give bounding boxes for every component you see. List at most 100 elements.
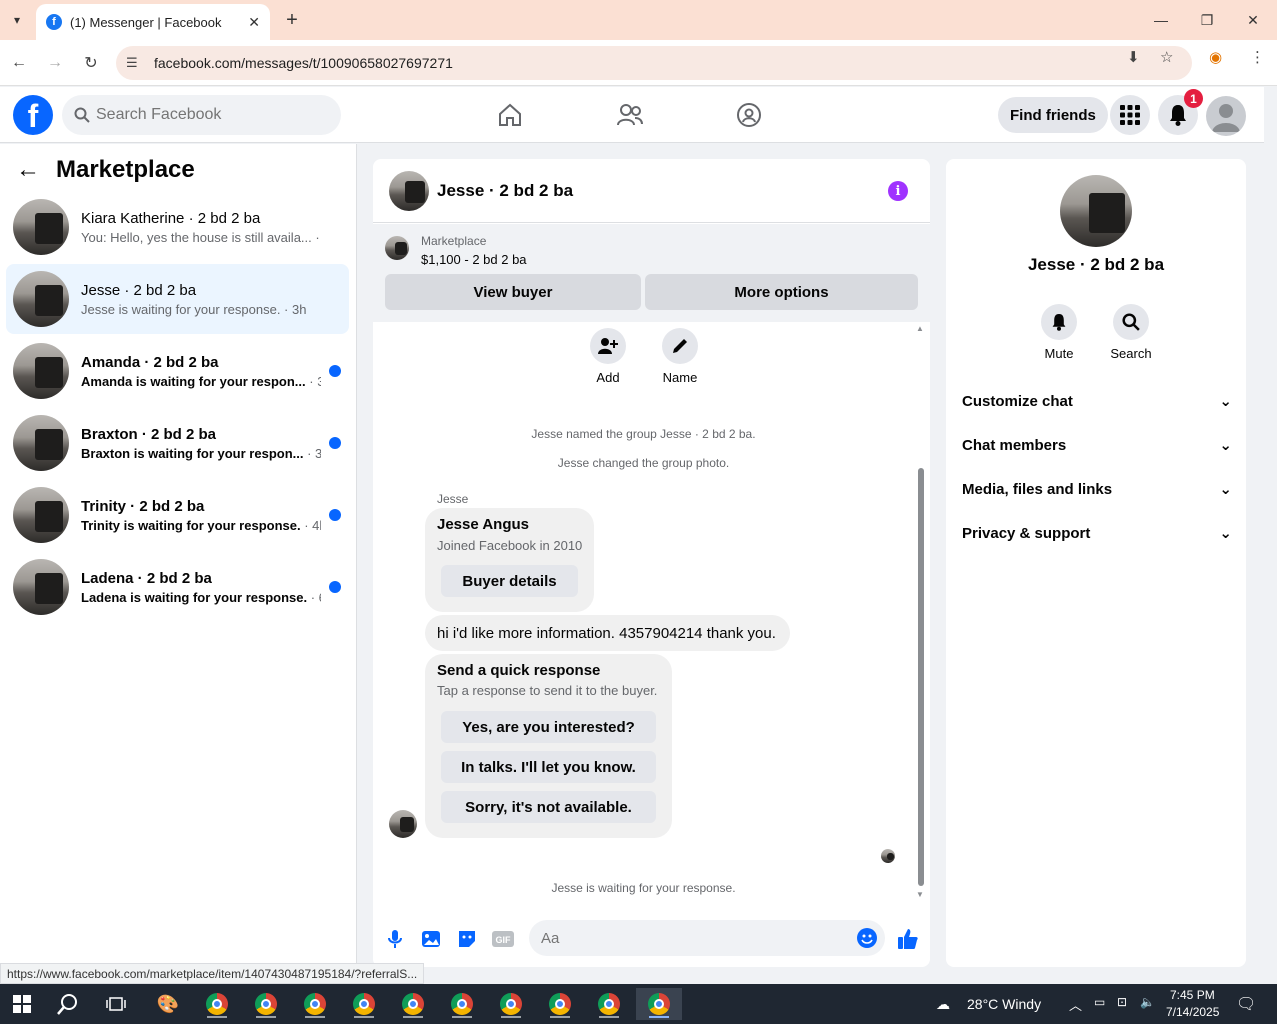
- chat-avatar[interactable]: [389, 170, 429, 211]
- chrome-taskbar-icon-active[interactable]: [636, 988, 682, 1020]
- view-buyer-button[interactable]: View buyer: [385, 274, 641, 310]
- volume-icon[interactable]: 🔈: [1140, 995, 1155, 1009]
- chrome-taskbar-icon[interactable]: [442, 988, 482, 1020]
- name-group-button[interactable]: Name: [650, 328, 710, 385]
- chrome-taskbar-icon[interactable]: [295, 988, 335, 1020]
- facebook-search[interactable]: [62, 95, 341, 135]
- section-label: Customize chat: [962, 392, 1073, 410]
- windows-start-icon[interactable]: [2, 988, 42, 1020]
- minimize-button[interactable]: —: [1138, 0, 1184, 40]
- conversation-item[interactable]: Kiara Katherine · 2 bd 2 ba You: Hello, …: [6, 192, 349, 262]
- conversation-name: Amanda · 2 bd 2 ba: [81, 353, 219, 371]
- weather-icon[interactable]: ☁: [936, 996, 950, 1013]
- thumbs-up-icon[interactable]: [896, 927, 920, 951]
- chrome-taskbar-icon[interactable]: [491, 988, 531, 1020]
- conversation-name: Braxton · 2 bd 2 ba: [81, 425, 217, 443]
- gif-icon[interactable]: GIF: [491, 927, 515, 951]
- chat-title[interactable]: Jesse · 2 bd 2 ba: [437, 181, 573, 201]
- chat-info-name: Jesse · 2 bd 2 ba: [1027, 255, 1165, 274]
- page-scrollbar[interactable]: [1264, 87, 1277, 984]
- install-app-icon[interactable]: ⬇: [1127, 48, 1140, 66]
- chrome-taskbar-icon[interactable]: [197, 988, 237, 1020]
- facebook-search-input[interactable]: [96, 106, 316, 124]
- mute-button[interactable]: Mute: [1029, 304, 1089, 361]
- tab-search-dropdown[interactable]: ▾: [6, 9, 28, 31]
- quick-response-button[interactable]: In talks. I'll let you know.: [441, 751, 656, 783]
- scrollbar-thumb[interactable]: [918, 468, 924, 886]
- quick-response-button[interactable]: Yes, are you interested?: [441, 711, 656, 743]
- close-window-button[interactable]: ✕: [1230, 0, 1276, 40]
- media-files-links-section[interactable]: Media, files and links ⌄: [962, 469, 1232, 509]
- message-input-box[interactable]: [529, 920, 885, 956]
- windows-taskbar: 🎨 ☁ 28°C Windy ︿ ▭ ⊡ 🔈 7:45 PM 7/14/2025…: [0, 984, 1277, 1024]
- menu-grid-icon[interactable]: [1110, 95, 1150, 135]
- new-tab-button[interactable]: +: [280, 8, 304, 32]
- conversation-item[interactable]: Amanda · 2 bd 2 ba Amanda is waiting for…: [6, 336, 349, 406]
- notification-center-icon[interactable]: 🗨: [1236, 994, 1256, 1014]
- paint-app-icon[interactable]: 🎨: [148, 988, 188, 1020]
- message-bubble: hi i'd like more information. 4357904214…: [425, 615, 790, 651]
- quick-response-button[interactable]: Sorry, it's not available.: [441, 791, 656, 823]
- forward-button[interactable]: →: [43, 51, 67, 75]
- chrome-taskbar-icon[interactable]: [589, 988, 629, 1020]
- network-icon[interactable]: ⊡: [1117, 995, 1127, 1009]
- emoji-icon[interactable]: [857, 928, 877, 948]
- weather-text[interactable]: 28°C Windy: [967, 996, 1041, 1012]
- customize-chat-section[interactable]: Customize chat ⌄: [962, 381, 1232, 421]
- buyer-details-button[interactable]: Buyer details: [441, 565, 578, 597]
- task-view-icon[interactable]: [96, 988, 136, 1020]
- scroll-down-arrow-icon[interactable]: ▼: [916, 890, 924, 899]
- find-friends-button[interactable]: Find friends: [998, 97, 1108, 133]
- privacy-support-section[interactable]: Privacy & support ⌄: [962, 513, 1232, 553]
- url-text[interactable]: facebook.com/messages/t/1009065802769727…: [154, 55, 453, 71]
- back-arrow-icon[interactable]: ←: [16, 156, 40, 184]
- bookmark-star-icon[interactable]: ☆: [1160, 48, 1173, 66]
- scroll-up-arrow-icon[interactable]: ▲: [916, 324, 924, 333]
- more-options-button[interactable]: More options: [645, 274, 918, 310]
- chrome-taskbar-icon[interactable]: [540, 988, 580, 1020]
- microphone-icon[interactable]: [383, 927, 407, 951]
- chat-info-panel: Jesse · 2 bd 2 ba Mute Search Customize …: [946, 159, 1246, 967]
- message-composer: GIF: [373, 917, 930, 961]
- chat-members-section[interactable]: Chat members ⌄: [962, 425, 1232, 465]
- svg-text:GIF: GIF: [496, 935, 512, 945]
- photo-icon[interactable]: [419, 927, 443, 951]
- restore-button[interactable]: ❐: [1184, 0, 1230, 40]
- conversation-name: Jesse · 2 bd 2 ba: [81, 281, 197, 299]
- chevron-down-icon: ⌄: [1219, 525, 1232, 542]
- buyer-name: Jesse Angus: [437, 516, 529, 533]
- conversation-item[interactable]: Ladena · 2 bd 2 ba Ladena is waiting for…: [6, 552, 349, 622]
- clock-date[interactable]: 7/14/2025: [1166, 1005, 1219, 1019]
- taskbar-search-icon[interactable]: [48, 988, 88, 1020]
- omnibox[interactable]: ☰ facebook.com/messages/t/10090658027697…: [116, 46, 1192, 80]
- facebook-logo-icon[interactable]: f: [13, 95, 53, 135]
- sticker-icon[interactable]: [455, 927, 479, 951]
- chrome-taskbar-icon[interactable]: [246, 988, 286, 1020]
- browser-tab[interactable]: f (1) Messenger | Facebook ✕: [36, 4, 270, 40]
- conversation-item[interactable]: Braxton · 2 bd 2 ba Braxton is waiting f…: [6, 408, 349, 478]
- site-info-icon[interactable]: ☰: [126, 55, 146, 71]
- info-icon[interactable]: i: [888, 181, 908, 201]
- meet-now-icon[interactable]: ▭: [1094, 995, 1105, 1009]
- tab-close-icon[interactable]: ✕: [248, 14, 260, 31]
- groups-icon[interactable]: [731, 97, 767, 133]
- reload-button[interactable]: ↻: [79, 51, 103, 75]
- add-people-button[interactable]: Add: [578, 328, 638, 385]
- browser-menu-icon[interactable]: ⋮: [1250, 48, 1265, 66]
- back-button[interactable]: ←: [7, 51, 31, 75]
- search-in-chat-button[interactable]: Search: [1101, 304, 1161, 361]
- clock-time[interactable]: 7:45 PM: [1170, 988, 1215, 1002]
- message-input[interactable]: [541, 929, 841, 947]
- show-hidden-icons-icon[interactable]: ︿: [1069, 995, 1082, 1014]
- account-avatar[interactable]: [1206, 96, 1246, 136]
- home-icon[interactable]: [492, 97, 528, 133]
- chat-panel: Jesse · 2 bd 2 ba i Marketplace $1,100 -…: [373, 159, 930, 967]
- unread-dot: [329, 509, 341, 521]
- chat-scrollbar[interactable]: ▲ ▼: [916, 322, 926, 902]
- conversation-item-active[interactable]: Jesse · 2 bd 2 ba Jesse is waiting for y…: [6, 264, 349, 334]
- chrome-taskbar-icon[interactable]: [344, 988, 384, 1020]
- friends-icon[interactable]: [612, 97, 648, 133]
- chrome-taskbar-icon[interactable]: [393, 988, 433, 1020]
- conversation-item[interactable]: Trinity · 2 bd 2 ba Trinity is waiting f…: [6, 480, 349, 550]
- profile-icon[interactable]: ◉: [1209, 48, 1222, 66]
